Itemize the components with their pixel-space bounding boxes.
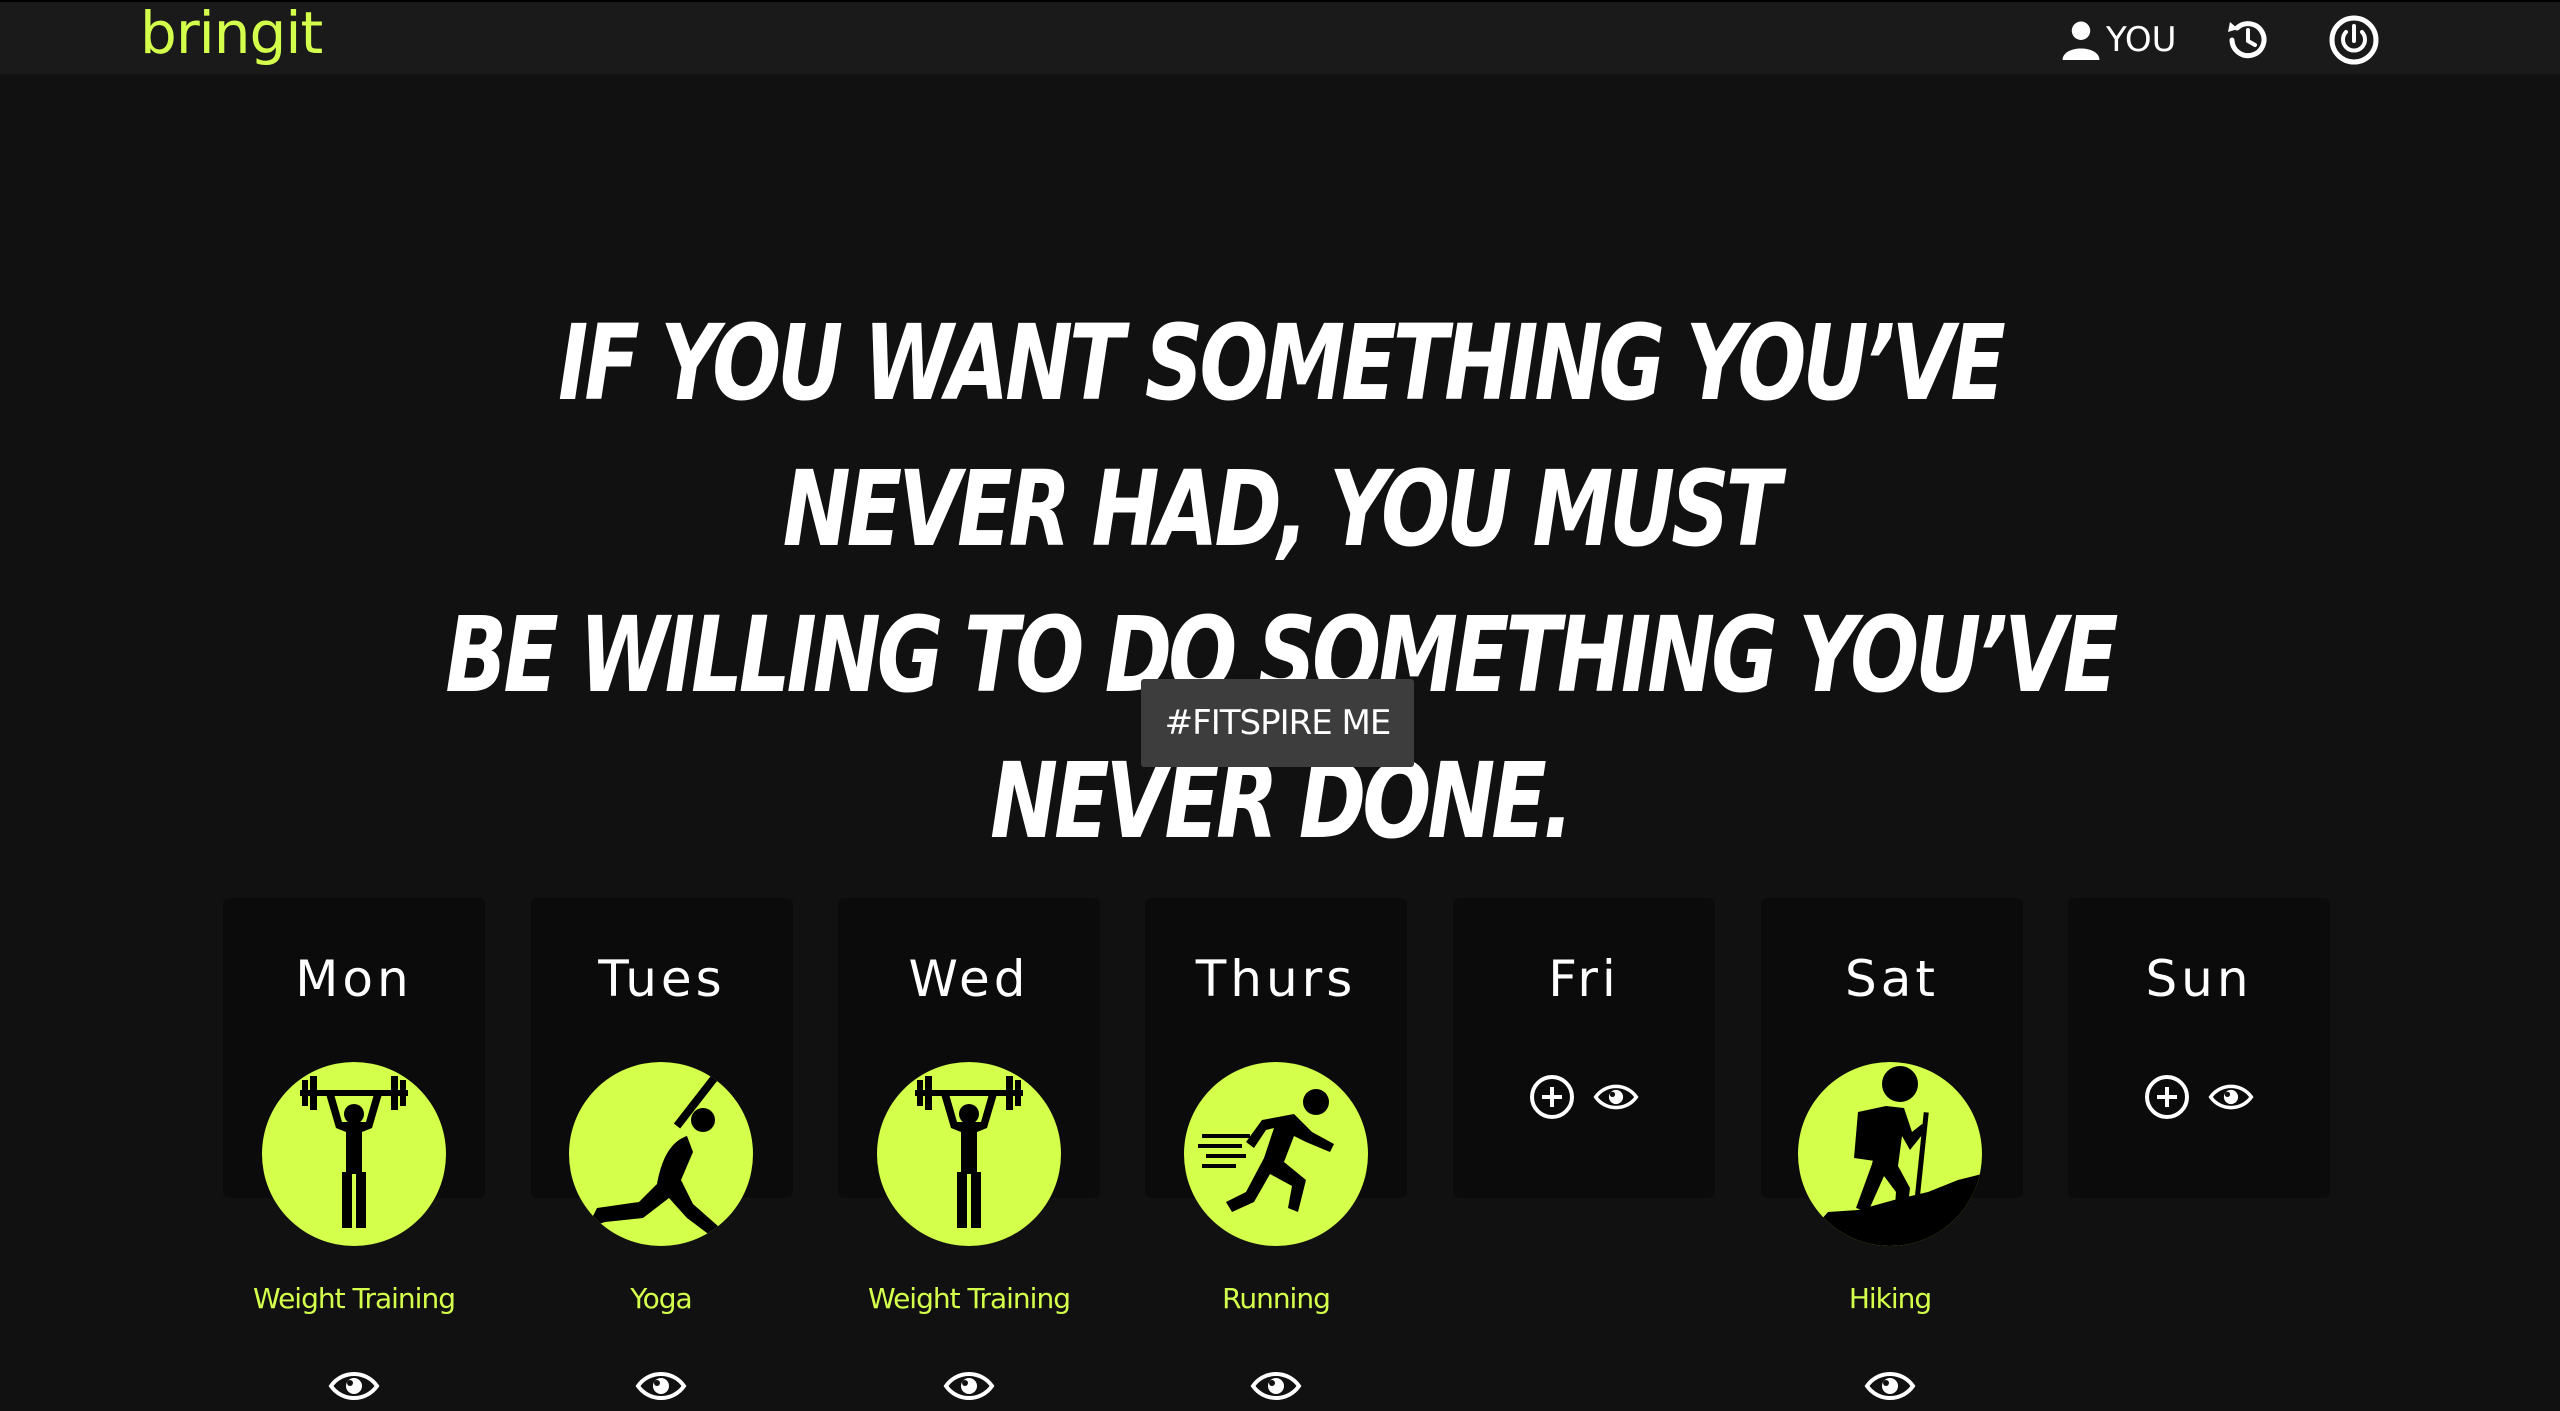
weightlifting-icon[interactable] bbox=[877, 1062, 1061, 1246]
activity-label: Weight Training bbox=[253, 1282, 456, 1315]
day-actions bbox=[1453, 1074, 1715, 1125]
hiking-icon[interactable] bbox=[1798, 1062, 1982, 1246]
eye-icon bbox=[328, 1372, 380, 1400]
add-activity-button[interactable] bbox=[2144, 1074, 2190, 1125]
day-name: Wed bbox=[908, 950, 1030, 1008]
view-activity-button[interactable] bbox=[635, 1366, 687, 1406]
day-name: Tues bbox=[598, 950, 726, 1008]
motivational-quote: IF YOU WANT SOMETHING YOU’VE NEVER HAD, … bbox=[422, 290, 2138, 874]
user-icon bbox=[2062, 21, 2100, 60]
activity-label: Yoga bbox=[630, 1282, 692, 1315]
add-icon bbox=[1530, 1075, 1574, 1119]
day-name: Mon bbox=[295, 950, 413, 1008]
view-activity-button[interactable] bbox=[1250, 1366, 1302, 1406]
activity-label: Weight Training bbox=[868, 1282, 1071, 1315]
view-day-button[interactable] bbox=[2208, 1074, 2254, 1125]
view-activity-button[interactable] bbox=[943, 1366, 995, 1406]
day-name: Thurs bbox=[1195, 950, 1357, 1008]
day-card-sun: Sun bbox=[2068, 898, 2330, 1198]
nav-user-link[interactable]: YOU bbox=[2062, 20, 2177, 60]
day-name: Sun bbox=[2145, 950, 2253, 1008]
view-day-button[interactable] bbox=[1593, 1074, 1639, 1125]
running-icon[interactable] bbox=[1184, 1062, 1368, 1246]
quote-line-1: IF YOU WANT SOMETHING YOU’VE NEVER HAD, … bbox=[558, 302, 2006, 570]
add-activity-button[interactable] bbox=[1529, 1074, 1575, 1125]
add-icon bbox=[2145, 1075, 2189, 1119]
brand-logo[interactable]: bringit bbox=[140, 0, 323, 70]
eye-icon bbox=[635, 1372, 687, 1400]
activity-label: Hiking bbox=[1848, 1282, 1932, 1315]
history-icon[interactable] bbox=[2222, 14, 2274, 66]
yoga-icon[interactable] bbox=[569, 1062, 753, 1246]
eye-icon bbox=[943, 1372, 995, 1400]
eye-icon bbox=[1250, 1372, 1302, 1400]
view-activity-button[interactable] bbox=[1864, 1366, 1916, 1406]
day-name: Fri bbox=[1548, 950, 1620, 1008]
day-card-fri: Fri bbox=[1453, 898, 1715, 1198]
view-activity-button[interactable] bbox=[328, 1366, 380, 1406]
eye-icon bbox=[1593, 1084, 1639, 1110]
weightlifting-icon[interactable] bbox=[262, 1062, 446, 1246]
top-navbar: bringit YOU bbox=[0, 0, 2560, 74]
nav-user-label: YOU bbox=[2106, 20, 2177, 60]
power-icon[interactable] bbox=[2328, 14, 2380, 66]
day-actions bbox=[2068, 1074, 2330, 1125]
fitspire-me-button[interactable]: #FITSPIRE ME bbox=[1141, 679, 1414, 767]
eye-icon bbox=[1864, 1372, 1916, 1400]
day-name: Sat bbox=[1845, 950, 1939, 1008]
eye-icon bbox=[2208, 1084, 2254, 1110]
activity-label: Running bbox=[1222, 1282, 1331, 1315]
